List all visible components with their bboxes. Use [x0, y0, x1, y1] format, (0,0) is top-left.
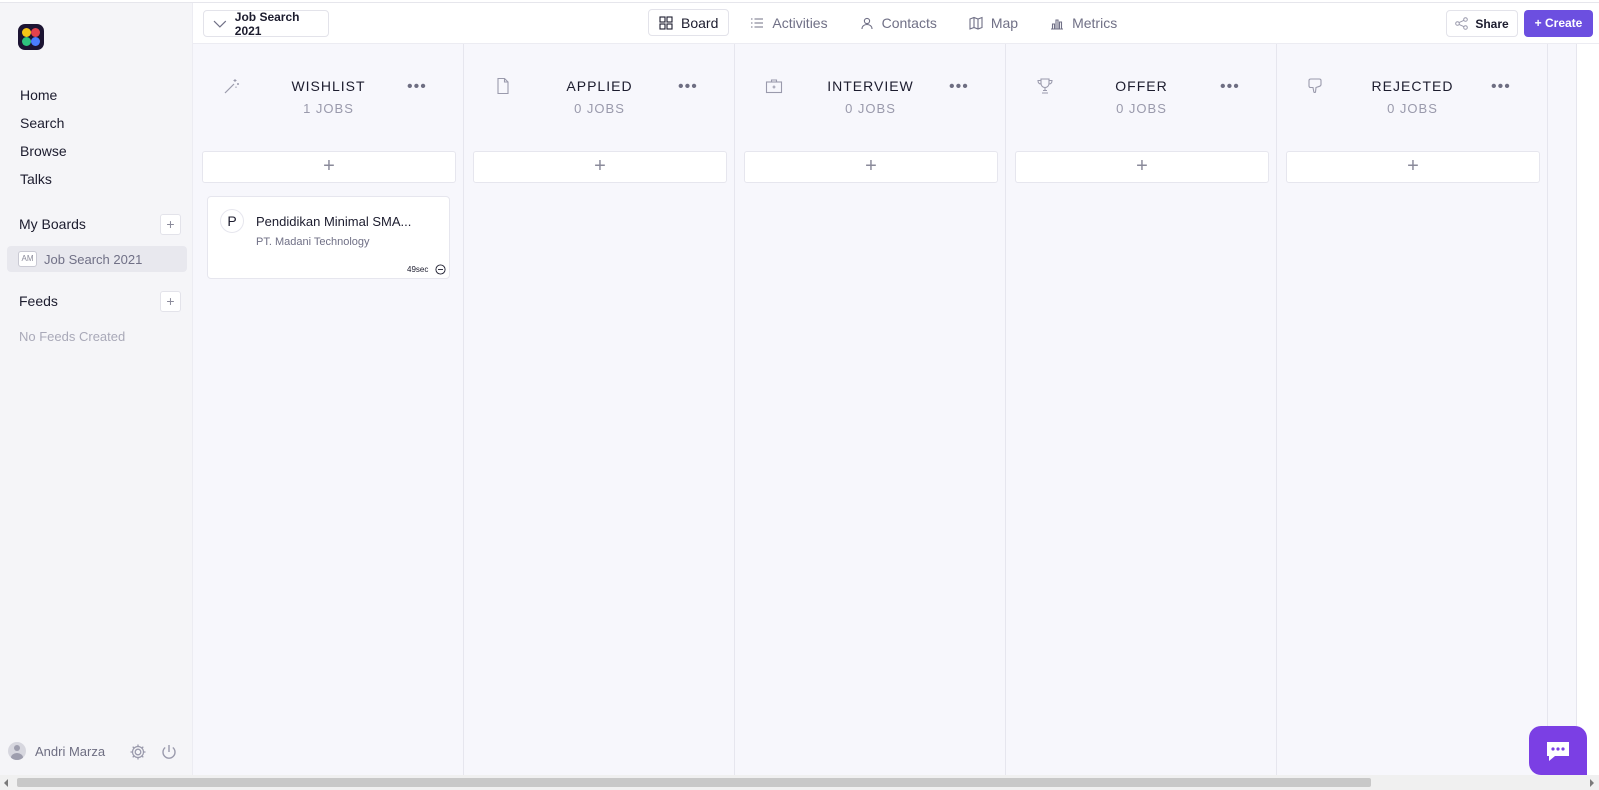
contacts-icon	[861, 17, 873, 29]
column-count: 0 JOBS	[845, 101, 896, 116]
map-icon	[969, 16, 983, 30]
column-count: 0 JOBS	[574, 101, 625, 116]
column-count: 0 JOBS	[1116, 101, 1167, 116]
tab-contacts-label: Contacts	[881, 14, 937, 31]
settings-gear-icon[interactable]	[129, 743, 147, 761]
board-right-gutter	[1576, 44, 1599, 775]
column-count: 1 JOBS	[303, 101, 354, 116]
more-options-icon[interactable]: •••	[1491, 78, 1511, 96]
more-options-icon[interactable]: •••	[678, 78, 698, 96]
sidebar-board-job-search[interactable]: AM Job Search 2021	[7, 246, 187, 272]
add-job-button[interactable]: +	[744, 151, 998, 183]
column-count: 0 JOBS	[1387, 101, 1438, 116]
nav-item-talks[interactable]: Talks	[20, 165, 67, 193]
clock-icon	[435, 264, 446, 275]
add-board-button[interactable]: +	[160, 214, 181, 235]
share-icon	[1455, 17, 1469, 30]
add-job-button[interactable]: +	[1015, 151, 1269, 183]
avatar	[8, 742, 26, 760]
tab-metrics-label: Metrics	[1072, 14, 1118, 31]
horizontal-scrollbar[interactable]	[0, 775, 1599, 790]
add-job-button[interactable]: +	[1286, 151, 1540, 183]
bar-chart-icon	[1051, 18, 1064, 30]
chevron-down-icon	[213, 20, 227, 28]
share-label: Share	[1475, 16, 1509, 31]
column-interview: INTERVIEW 0 JOBS ••• +	[735, 44, 1006, 775]
tab-metrics[interactable]: Metrics	[1039, 9, 1128, 36]
create-button[interactable]: + Create	[1524, 10, 1593, 37]
tab-activities-label: Activities	[772, 14, 828, 31]
main-nav: Home Search Browse Talks	[20, 81, 67, 193]
grid-icon	[659, 15, 673, 30]
job-age: 49sec	[407, 265, 429, 274]
top-bar: Job Search 2021 Board Activities Contact…	[193, 3, 1599, 44]
view-tabs: Board Activities Contacts Map Metrics	[648, 9, 1138, 36]
chat-button[interactable]	[1529, 726, 1587, 775]
feeds-label: Feeds	[19, 293, 58, 309]
user-name: Andri Marza	[35, 743, 106, 759]
share-button[interactable]: Share	[1446, 10, 1518, 37]
board-badge: AM	[18, 251, 37, 267]
column-rejected: REJECTED 0 JOBS ••• +	[1277, 44, 1548, 775]
sidebar: Home Search Browse Talks My Boards + AM …	[0, 3, 193, 775]
tab-map[interactable]: Map	[958, 9, 1029, 36]
company-logo: P	[220, 209, 244, 233]
job-title: Pendidikan Minimal SMA...	[256, 214, 412, 229]
job-card[interactable]: P Pendidikan Minimal SMA... PT. Madani T…	[207, 196, 450, 279]
tab-board-label: Board	[681, 14, 719, 31]
chat-icon	[1547, 741, 1569, 761]
scroll-left-arrow-icon[interactable]	[4, 779, 8, 787]
user-profile[interactable]: Andri Marza	[8, 742, 105, 760]
board-selector-label: Job Search 2021	[234, 9, 300, 38]
board-label: Job Search 2021	[44, 251, 143, 267]
power-icon[interactable]	[160, 743, 178, 761]
add-job-button[interactable]: +	[202, 151, 456, 183]
tab-board[interactable]: Board	[648, 9, 730, 36]
no-feeds-text: No Feeds Created	[19, 329, 126, 344]
job-company: PT. Madani Technology	[256, 236, 370, 248]
column-wishlist: WISHLIST 1 JOBS ••• + P Pendidikan Minim…	[193, 44, 464, 775]
more-options-icon[interactable]: •••	[949, 78, 969, 96]
add-job-button[interactable]: +	[473, 151, 727, 183]
my-boards-label: My Boards	[19, 216, 86, 232]
add-feed-button[interactable]: +	[160, 291, 181, 312]
column-applied: APPLIED 0 JOBS ••• +	[464, 44, 735, 775]
app-logo[interactable]	[18, 24, 44, 50]
column-offer: OFFER 0 JOBS ••• +	[1006, 44, 1277, 775]
board-selector[interactable]: Job Search 2021	[203, 9, 329, 38]
nav-item-home[interactable]: Home	[20, 81, 67, 109]
scrollbar-thumb[interactable]	[17, 778, 1371, 787]
scroll-right-arrow-icon[interactable]	[1590, 779, 1594, 787]
more-options-icon[interactable]: •••	[407, 78, 427, 96]
nav-item-browse[interactable]: Browse	[20, 137, 67, 165]
list-icon	[751, 17, 764, 28]
nav-item-search[interactable]: Search	[20, 109, 67, 137]
tab-activities[interactable]: Activities	[739, 9, 838, 36]
more-options-icon[interactable]: •••	[1220, 78, 1240, 96]
tab-map-label: Map	[990, 14, 1019, 31]
tab-contacts[interactable]: Contacts	[849, 9, 948, 36]
